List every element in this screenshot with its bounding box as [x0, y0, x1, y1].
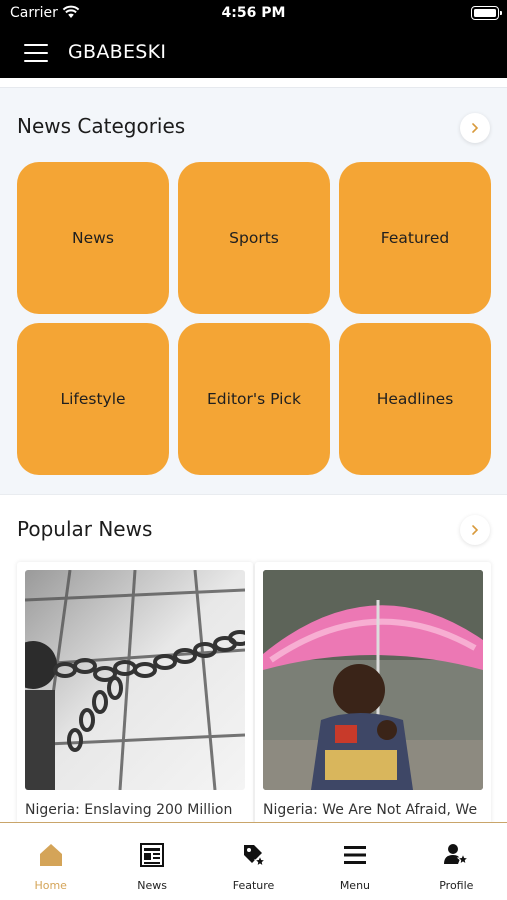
newspaper-icon [138, 841, 166, 869]
feature-tag-icon [240, 841, 268, 869]
category-label: Featured [380, 229, 450, 247]
article-headline: Nigeria: We Are Not Afraid, We [263, 802, 478, 818]
hamburger-menu-icon[interactable] [24, 42, 50, 64]
app-title: GBABESKI [68, 41, 167, 63]
category-lifestyle[interactable]: Lifestyle [17, 323, 169, 475]
nav-label: Profile [439, 879, 474, 892]
status-bar: Carrier 4:56 PM [0, 0, 507, 28]
nav-label: Menu [339, 879, 371, 892]
news-card[interactable]: Nigeria: We Are Not Afraid, We [255, 562, 491, 824]
category-label: Headlines [376, 390, 454, 408]
nav-feature[interactable]: Feature [203, 823, 304, 900]
categories-see-all-button[interactable] [460, 113, 490, 143]
category-label: Editor's Pick [207, 390, 301, 408]
article-headline: Nigeria: Enslaving 200 Million [25, 802, 233, 818]
nav-profile[interactable]: Profile [406, 823, 507, 900]
app-bar: GBABESKI [0, 28, 507, 78]
category-grid: News Sports Featured Lifestyle Editor's … [17, 162, 491, 475]
nav-menu[interactable]: Menu [304, 823, 405, 900]
home-icon [37, 841, 65, 869]
article-image-umbrella-boy [263, 570, 483, 790]
category-featured[interactable]: Featured [339, 162, 491, 314]
category-editors-pick[interactable]: Editor's Pick [178, 323, 330, 475]
chevron-right-icon [472, 525, 479, 535]
nav-home[interactable]: Home [0, 823, 101, 900]
popular-news-title: Popular News [17, 517, 153, 541]
nav-label: Feature [232, 879, 275, 892]
bottom-navigation: Home News Feature Menu Profile [0, 822, 507, 900]
nav-news[interactable]: News [101, 823, 202, 900]
clock: 4:56 PM [221, 5, 286, 21]
chevron-right-icon [472, 123, 479, 133]
categories-title: News Categories [17, 114, 186, 138]
popular-see-all-button[interactable] [460, 515, 490, 545]
category-label: Lifestyle [60, 390, 126, 408]
category-label: Sports [229, 229, 279, 247]
article-image-chains [25, 570, 245, 790]
category-label: News [72, 229, 114, 247]
nav-label: Home [34, 879, 67, 892]
category-news[interactable]: News [17, 162, 169, 314]
top-card-edge [0, 78, 507, 88]
profile-star-icon [442, 841, 470, 869]
menu-icon [341, 841, 369, 869]
category-headlines[interactable]: Headlines [339, 323, 491, 475]
nav-label: News [137, 879, 167, 892]
category-sports[interactable]: Sports [178, 162, 330, 314]
battery-icon [471, 6, 502, 20]
news-card[interactable]: Nigeria: Enslaving 200 Million [17, 562, 253, 824]
